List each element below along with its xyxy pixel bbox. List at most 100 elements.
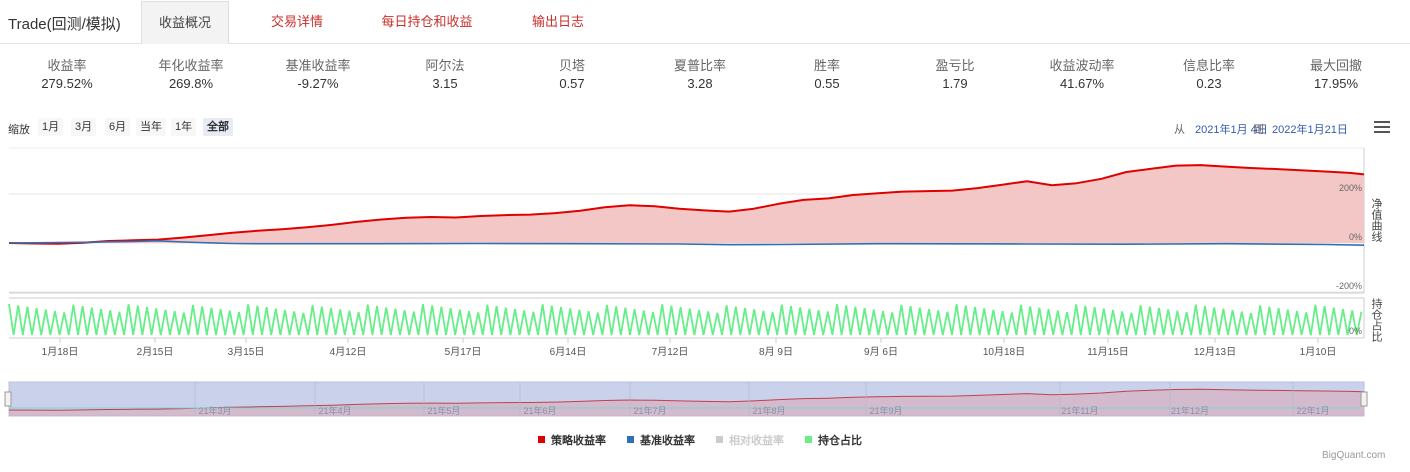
x-tick-label: 8月 9日 — [759, 346, 793, 358]
x-tick-label: 5月17日 — [445, 346, 482, 358]
tab-output-log[interactable]: 输出日志 — [514, 0, 602, 44]
zoom-all-button[interactable]: 全部 — [203, 118, 233, 136]
app-title: Trade(回测/模拟) — [8, 16, 121, 33]
range-from-label: 从 — [1174, 124, 1185, 136]
stat-benchmark-return: 基准收益率 -9.27% — [258, 58, 378, 93]
range-to: 到 — [1253, 121, 1264, 136]
navigator-label: 21年7月 — [633, 405, 666, 416]
panel-title-position: 持仓占比 — [1370, 297, 1383, 342]
x-tick-label: 12月13日 — [1194, 346, 1236, 358]
x-tick-label: 1月18日 — [42, 346, 79, 358]
navigator-label: 21年4月 — [318, 405, 351, 416]
x-tick-label: 10月18日 — [983, 346, 1025, 358]
menu-icon[interactable] — [1374, 121, 1390, 135]
stat-value: 0.55 — [814, 76, 840, 91]
legend-label: 基准收益率 — [640, 435, 695, 447]
panel-title-nav: 净值曲线 — [1370, 197, 1383, 242]
stat-label: 收益率 — [47, 58, 87, 73]
zoom-label: 缩放 — [8, 124, 30, 136]
stat-value: -9.27% — [297, 76, 339, 91]
zoom-ytd-button[interactable]: 当年 — [136, 118, 166, 136]
range-to-date[interactable]: 2022年1月21日 — [1272, 124, 1348, 136]
navigator-label: 21年9月 — [869, 405, 902, 416]
stat-beta: 贝塔 0.57 — [512, 58, 632, 93]
stat-max-drawdown: 最大回撤 17.95% — [1276, 58, 1396, 93]
stats-panel: 收益率 279.52% 年化收益率 269.8% 基准收益率 -9.27% 阿尔法 3.… — [0, 58, 1410, 98]
zoom-6m-button[interactable]: 6月 — [105, 118, 131, 136]
stat-volatility: 收益波动率 41.67% — [1022, 58, 1142, 93]
legend-item-strategy[interactable]: 策略收益率 — [538, 432, 606, 447]
legend-swatch — [538, 436, 545, 443]
x-tick-label: 7月12日 — [652, 346, 689, 358]
stat-label: 夏普比率 — [673, 58, 726, 73]
stat-return: 收益率 279.52% — [7, 58, 127, 93]
x-tick-label: 2月15日 — [137, 346, 174, 358]
legend-label: 持仓占比 — [818, 435, 862, 447]
legend-swatch — [627, 436, 634, 443]
legend-item-benchmark[interactable]: 基准收益率 — [627, 432, 695, 447]
stat-profit-loss-ratio: 盈亏比 1.79 — [895, 58, 1015, 93]
legend-swatch — [716, 436, 723, 443]
tab-trade-details[interactable]: 交易详情 — [252, 0, 342, 44]
navigator-label: 21年5月 — [427, 405, 460, 416]
zoom-3m-button[interactable]: 3月 — [71, 118, 97, 136]
stat-label: 胜率 — [813, 58, 840, 73]
range-from: 从 — [1174, 121, 1185, 136]
zoom-1y-button[interactable]: 1年 — [171, 118, 197, 136]
legend-label: 策略收益率 — [551, 435, 606, 447]
credits[interactable]: BigQuant.com — [1322, 450, 1385, 461]
stat-value: 0.23 — [1196, 76, 1222, 91]
legend-item-relative[interactable]: 相对收益率 — [716, 432, 784, 447]
stat-label: 贝塔 — [558, 58, 585, 73]
tab-overview[interactable]: 收益概况 — [141, 1, 229, 44]
x-tick-label: 3月15日 — [228, 346, 265, 358]
x-tick-label: 4月12日 — [330, 346, 367, 358]
stat-label: 收益波动率 — [1049, 58, 1115, 73]
stat-value: 269.8% — [168, 76, 214, 91]
navigator-label: 21年8月 — [752, 405, 785, 416]
range-to-date-wrap: 2022年1月21日 — [1272, 121, 1348, 136]
legend-label: 相对收益率 — [729, 435, 784, 447]
chart: 200% 0% -200% 0% 净值曲线持仓占比 1月18日 2月15日 3月15日 4月12… — [4, 147, 1383, 417]
y-tick-label: 0% — [1349, 326, 1362, 336]
x-tick-label: 1月10日 — [1300, 346, 1337, 358]
x-tick-label: 9月 6日 — [864, 346, 898, 358]
stat-value: 279.52% — [41, 76, 93, 91]
zoom-1m-button[interactable]: 1月 — [38, 118, 64, 136]
navigator-label: 21年6月 — [523, 405, 556, 416]
stat-sharpe: 夏普比率 3.28 — [640, 58, 760, 93]
navigator-label: 21年12月 — [1171, 405, 1209, 416]
stat-value: 17.95% — [1313, 76, 1359, 91]
stat-label: 年化收益率 — [158, 58, 224, 73]
navigator-label: 21年11月 — [1061, 405, 1098, 416]
y-tick-label: -200% — [1336, 281, 1362, 291]
tab-daily-positions[interactable]: 每日持仓和收益 — [362, 0, 492, 44]
x-tick-label: 6月14日 — [550, 346, 587, 358]
stat-annual-return: 年化收益率 269.8% — [131, 58, 251, 93]
stat-label: 最大回撤 — [1309, 58, 1362, 73]
stat-value: 3.28 — [687, 76, 713, 91]
navigator-handle-right — [1360, 391, 1368, 407]
tab-bar: Trade(回测/模拟) 收益概况 交易详情 每日持仓和收益 输出日志 — [0, 0, 1410, 44]
navigator-handle-left — [4, 391, 12, 407]
stat-value: 41.67% — [1059, 76, 1105, 91]
stat-label: 盈亏比 — [935, 58, 975, 73]
navigator-label: 21年3月 — [198, 405, 231, 416]
legend-swatch — [805, 436, 812, 443]
x-tick-label: 11月15日 — [1087, 346, 1129, 358]
stat-value: 1.79 — [942, 76, 968, 91]
stat-label: 基准收益率 — [285, 58, 351, 73]
stat-label: 信息比率 — [1182, 58, 1235, 73]
stat-win-rate: 胜率 0.55 — [767, 58, 887, 93]
stat-value: 0.57 — [559, 76, 585, 91]
stat-alpha: 阿尔法 3.15 — [385, 58, 505, 93]
range-to-label: 到 — [1253, 124, 1264, 136]
stat-value: 3.15 — [432, 76, 458, 91]
y-tick-label: 0% — [1349, 232, 1362, 242]
navigator-label: 22年1月 — [1296, 405, 1329, 416]
y-tick-label: 200% — [1339, 183, 1362, 193]
position-line — [8, 303, 1363, 336]
stat-label: 阿尔法 — [425, 58, 465, 73]
strategy-area — [9, 165, 1364, 244]
legend-item-position[interactable]: 持仓占比 — [805, 432, 862, 447]
